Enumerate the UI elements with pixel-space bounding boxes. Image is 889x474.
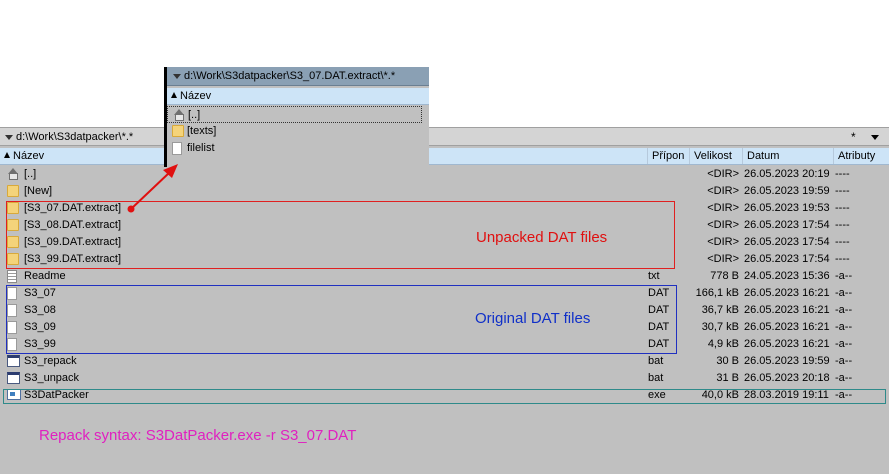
arrow-line — [130, 171, 171, 210]
annotation-arrow — [127, 164, 178, 213]
